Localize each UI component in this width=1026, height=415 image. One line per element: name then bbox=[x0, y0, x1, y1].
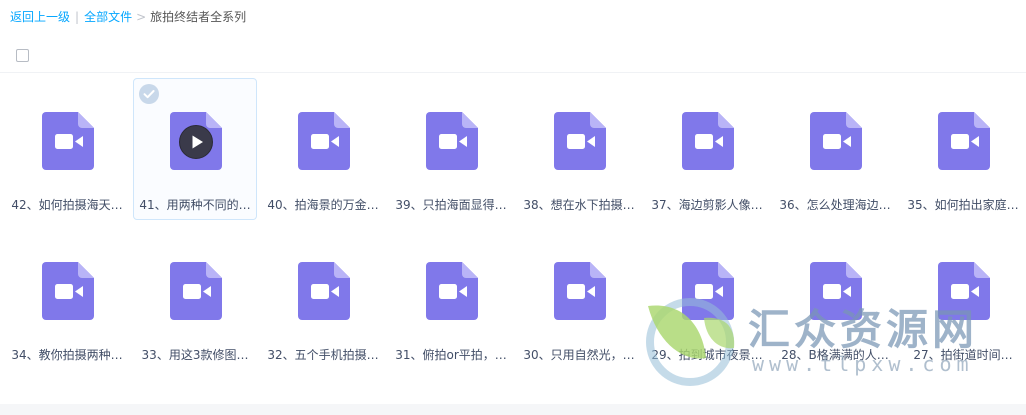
file-tile[interactable]: 39、只拍海面显得… bbox=[389, 78, 513, 220]
video-file-icon bbox=[810, 112, 862, 170]
check-icon[interactable] bbox=[139, 84, 159, 104]
file-name[interactable]: 39、只拍海面显得… bbox=[394, 196, 508, 214]
file-name[interactable]: 42、如何拍摄海天… bbox=[10, 196, 124, 214]
file-tile[interactable]: 31、俯拍or平拍，… bbox=[389, 228, 513, 370]
file-name[interactable]: 30、只用自然光，… bbox=[522, 346, 636, 364]
video-file-icon bbox=[42, 262, 94, 320]
file-name[interactable]: 38、想在水下拍摄… bbox=[522, 196, 636, 214]
file-name[interactable]: 37、海边剪影人像… bbox=[650, 196, 764, 214]
video-file-icon bbox=[426, 262, 478, 320]
video-file-icon bbox=[682, 112, 734, 170]
video-file-icon bbox=[42, 112, 94, 170]
file-tile[interactable]: 32、五个手机拍摄… bbox=[261, 228, 385, 370]
file-tile[interactable]: 36、怎么处理海边… bbox=[773, 78, 897, 220]
video-file-icon bbox=[298, 262, 350, 320]
file-name[interactable]: 41、用两种不同的… bbox=[138, 196, 252, 214]
file-name[interactable]: 32、五个手机拍摄… bbox=[266, 346, 380, 364]
file-tile[interactable]: 42、如何拍摄海天… bbox=[5, 78, 129, 220]
file-name[interactable]: 31、俯拍or平拍，… bbox=[394, 346, 508, 364]
video-file-icon bbox=[554, 262, 606, 320]
video-file-icon bbox=[554, 112, 606, 170]
video-file-icon bbox=[298, 112, 350, 170]
file-name[interactable]: 27、拍街道时间… bbox=[906, 346, 1020, 364]
file-tile[interactable]: 35、如何拍出家庭… bbox=[901, 78, 1025, 220]
file-tile[interactable]: 41、用两种不同的… bbox=[133, 78, 257, 220]
video-file-icon bbox=[938, 112, 990, 170]
video-file-icon bbox=[810, 262, 862, 320]
file-name[interactable]: 29、拍到城市夜景… bbox=[650, 346, 764, 364]
file-name[interactable]: 36、怎么处理海边… bbox=[778, 196, 892, 214]
file-tile[interactable]: 30、只用自然光，… bbox=[517, 228, 641, 370]
file-name[interactable]: 28、B格满满的人… bbox=[778, 346, 892, 364]
file-tile[interactable]: 34、教你拍摄两种… bbox=[5, 228, 129, 370]
file-name[interactable]: 33、用这3款修图… bbox=[138, 346, 252, 364]
file-tile[interactable]: 28、B格满满的人… bbox=[773, 228, 897, 370]
file-tile[interactable]: 33、用这3款修图… bbox=[133, 228, 257, 370]
play-icon[interactable] bbox=[179, 125, 213, 159]
video-file-icon bbox=[682, 262, 734, 320]
video-file-icon bbox=[938, 262, 990, 320]
video-file-icon bbox=[426, 112, 478, 170]
file-grid: 42、如何拍摄海天… 41、用两种不同的… 40、拍海景的万金… 39、只拍海面显得…… bbox=[0, 0, 1026, 415]
file-name[interactable]: 35、如何拍出家庭… bbox=[906, 196, 1020, 214]
footer-bar bbox=[0, 404, 1026, 415]
file-name[interactable]: 34、教你拍摄两种… bbox=[10, 346, 124, 364]
file-tile[interactable]: 37、海边剪影人像… bbox=[645, 78, 769, 220]
video-file-icon bbox=[170, 262, 222, 320]
file-tile[interactable]: 38、想在水下拍摄… bbox=[517, 78, 641, 220]
file-tile[interactable]: 27、拍街道时间… bbox=[901, 228, 1025, 370]
file-name[interactable]: 40、拍海景的万金… bbox=[266, 196, 380, 214]
file-tile[interactable]: 29、拍到城市夜景… bbox=[645, 228, 769, 370]
file-tile[interactable]: 40、拍海景的万金… bbox=[261, 78, 385, 220]
